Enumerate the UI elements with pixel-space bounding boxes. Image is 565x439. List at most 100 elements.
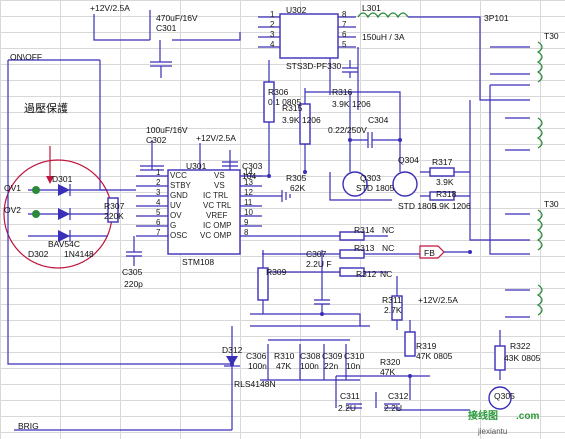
u301-num-6: 6: [156, 218, 161, 227]
q304-value: STD 1805: [398, 201, 437, 211]
c307-ref: C307: [306, 249, 327, 259]
r315-ref: R315: [282, 103, 303, 113]
r307-ref: R307: [104, 201, 125, 211]
c301-value: 470uF/16V: [156, 13, 198, 23]
port-onoff: ON\OFF: [10, 52, 43, 62]
r316-ref: R316: [332, 87, 353, 97]
q303-value: STD 1805: [356, 183, 395, 193]
u301-part: STM108: [182, 257, 215, 267]
c304-ref: C304: [368, 115, 389, 125]
watermark-dotcom: .com: [516, 411, 540, 422]
q303-ref: Q303: [360, 173, 381, 183]
r305-value: 62K: [290, 183, 306, 193]
u301-num-10: 10: [244, 208, 253, 217]
r316-value: 3.9K 1206: [332, 99, 371, 109]
port-ov1: OV1: [4, 183, 22, 193]
r320-ref: R320: [380, 357, 401, 367]
q304-ref: Q304: [398, 155, 419, 165]
r313-value: NC: [382, 243, 395, 253]
c303-ref: C303: [242, 161, 263, 171]
port-brig: BRIG: [18, 421, 39, 431]
port-fb: FB: [424, 248, 435, 258]
u302-name: U302: [286, 5, 307, 15]
c310-ref: C310: [344, 351, 365, 361]
c312-ref: C312: [388, 391, 409, 401]
r310-value: 47K: [276, 361, 292, 371]
d301-ref: D301: [52, 174, 73, 184]
r318-value: 3.9K 1206: [432, 201, 471, 211]
supply-label-low: +12V/2.5A: [418, 295, 458, 305]
r311-value: 2.7K: [384, 305, 402, 315]
u302-num-6: 6: [342, 30, 347, 39]
c309-ref: C309: [322, 351, 343, 361]
r319-ref: R319: [416, 341, 437, 351]
u301-pin-ov: OV: [170, 211, 182, 220]
u301-num-12: 12: [244, 188, 253, 197]
u301-name: U301: [186, 161, 207, 171]
supply-label-top: +12V/2.5A: [90, 3, 130, 13]
u301-pin-vs2: VS: [214, 181, 225, 190]
c311-value: 2.2U: [338, 403, 356, 413]
u301-num-9: 9: [244, 218, 249, 227]
watermark-site: jiexiantu: [478, 427, 508, 436]
c309-value: 22n: [324, 361, 339, 371]
l301-value: 150uH / 3A: [362, 32, 405, 42]
u302-num-1: 1: [270, 10, 275, 19]
u301-num-3: 3: [156, 188, 161, 197]
r318-ref: R318: [436, 189, 457, 199]
u301-pin-uv: UV: [170, 201, 182, 210]
schematic-drawing: [3, 10, 543, 431]
u301-pin-osc: OSC: [170, 231, 188, 240]
c306-value: 100n: [248, 361, 267, 371]
u302-num-3: 3: [270, 30, 275, 39]
c310-value: 10n: [346, 361, 361, 371]
u301-pin-vctrl: VC TRL: [203, 201, 232, 210]
u302-num-4: 4: [270, 40, 275, 49]
u301-pin-ictrl: IC TRL: [203, 191, 229, 200]
u301-pin-icomp: IC OMP: [203, 221, 232, 230]
u301-num-8: 8: [244, 228, 249, 237]
u302-num-8: 8: [342, 10, 347, 19]
r312-value: NC: [380, 269, 393, 279]
c305-ref: C305: [122, 267, 143, 277]
u301-num-11: 11: [244, 198, 253, 207]
r309-ref: R309: [266, 267, 287, 277]
watermark-brand: 接线图: [468, 411, 498, 422]
d312-value: RLS4148N: [234, 379, 276, 389]
d312-ref: D312: [222, 345, 243, 355]
c304-value: 0.22/250V: [328, 125, 367, 135]
r314-value: NC: [382, 225, 395, 235]
r312-ref: R312: [356, 269, 377, 279]
r310-ref: R310: [274, 351, 295, 361]
port-ov2: OV2: [4, 205, 22, 215]
r311-ref: R311: [382, 295, 402, 305]
c302-value: 100uF/16V: [146, 125, 188, 135]
d302-ref: D302: [28, 249, 49, 259]
d301-value: BAV54C: [48, 239, 80, 249]
u302-body: [279, 13, 339, 59]
c307-value: 2.2U F: [306, 259, 332, 269]
u301-num-7: 7: [156, 228, 161, 237]
c306-ref: C306: [246, 351, 267, 361]
r313-ref: R313: [354, 243, 375, 253]
r314-ref: R314: [354, 225, 375, 235]
supply-label-mid: +12V/2.5A: [196, 133, 236, 143]
u301-num-4: 4: [156, 198, 161, 207]
c305-value: 220p: [124, 279, 143, 289]
c308-value: 100n: [300, 361, 319, 371]
l301-ref: L301: [362, 3, 381, 13]
u301-num-1: 1: [156, 168, 161, 177]
r306-ref: R306: [268, 87, 289, 97]
d302-value: 1N4148: [64, 249, 94, 259]
r322-value: 43K 0805: [504, 353, 541, 363]
c301-ref: C301: [156, 23, 177, 33]
r307-value: 220K: [104, 211, 124, 221]
u302-num-7: 7: [342, 20, 347, 29]
c303-value: 104: [242, 171, 257, 181]
u302-part: STS3D-PF330: [286, 61, 342, 71]
r305-ref: R305: [286, 173, 307, 183]
r320-value: 47K: [380, 367, 396, 377]
r315-value: 3.9K 1206: [282, 115, 321, 125]
c308-ref: C308: [300, 351, 321, 361]
u302-num-5: 5: [342, 40, 347, 49]
